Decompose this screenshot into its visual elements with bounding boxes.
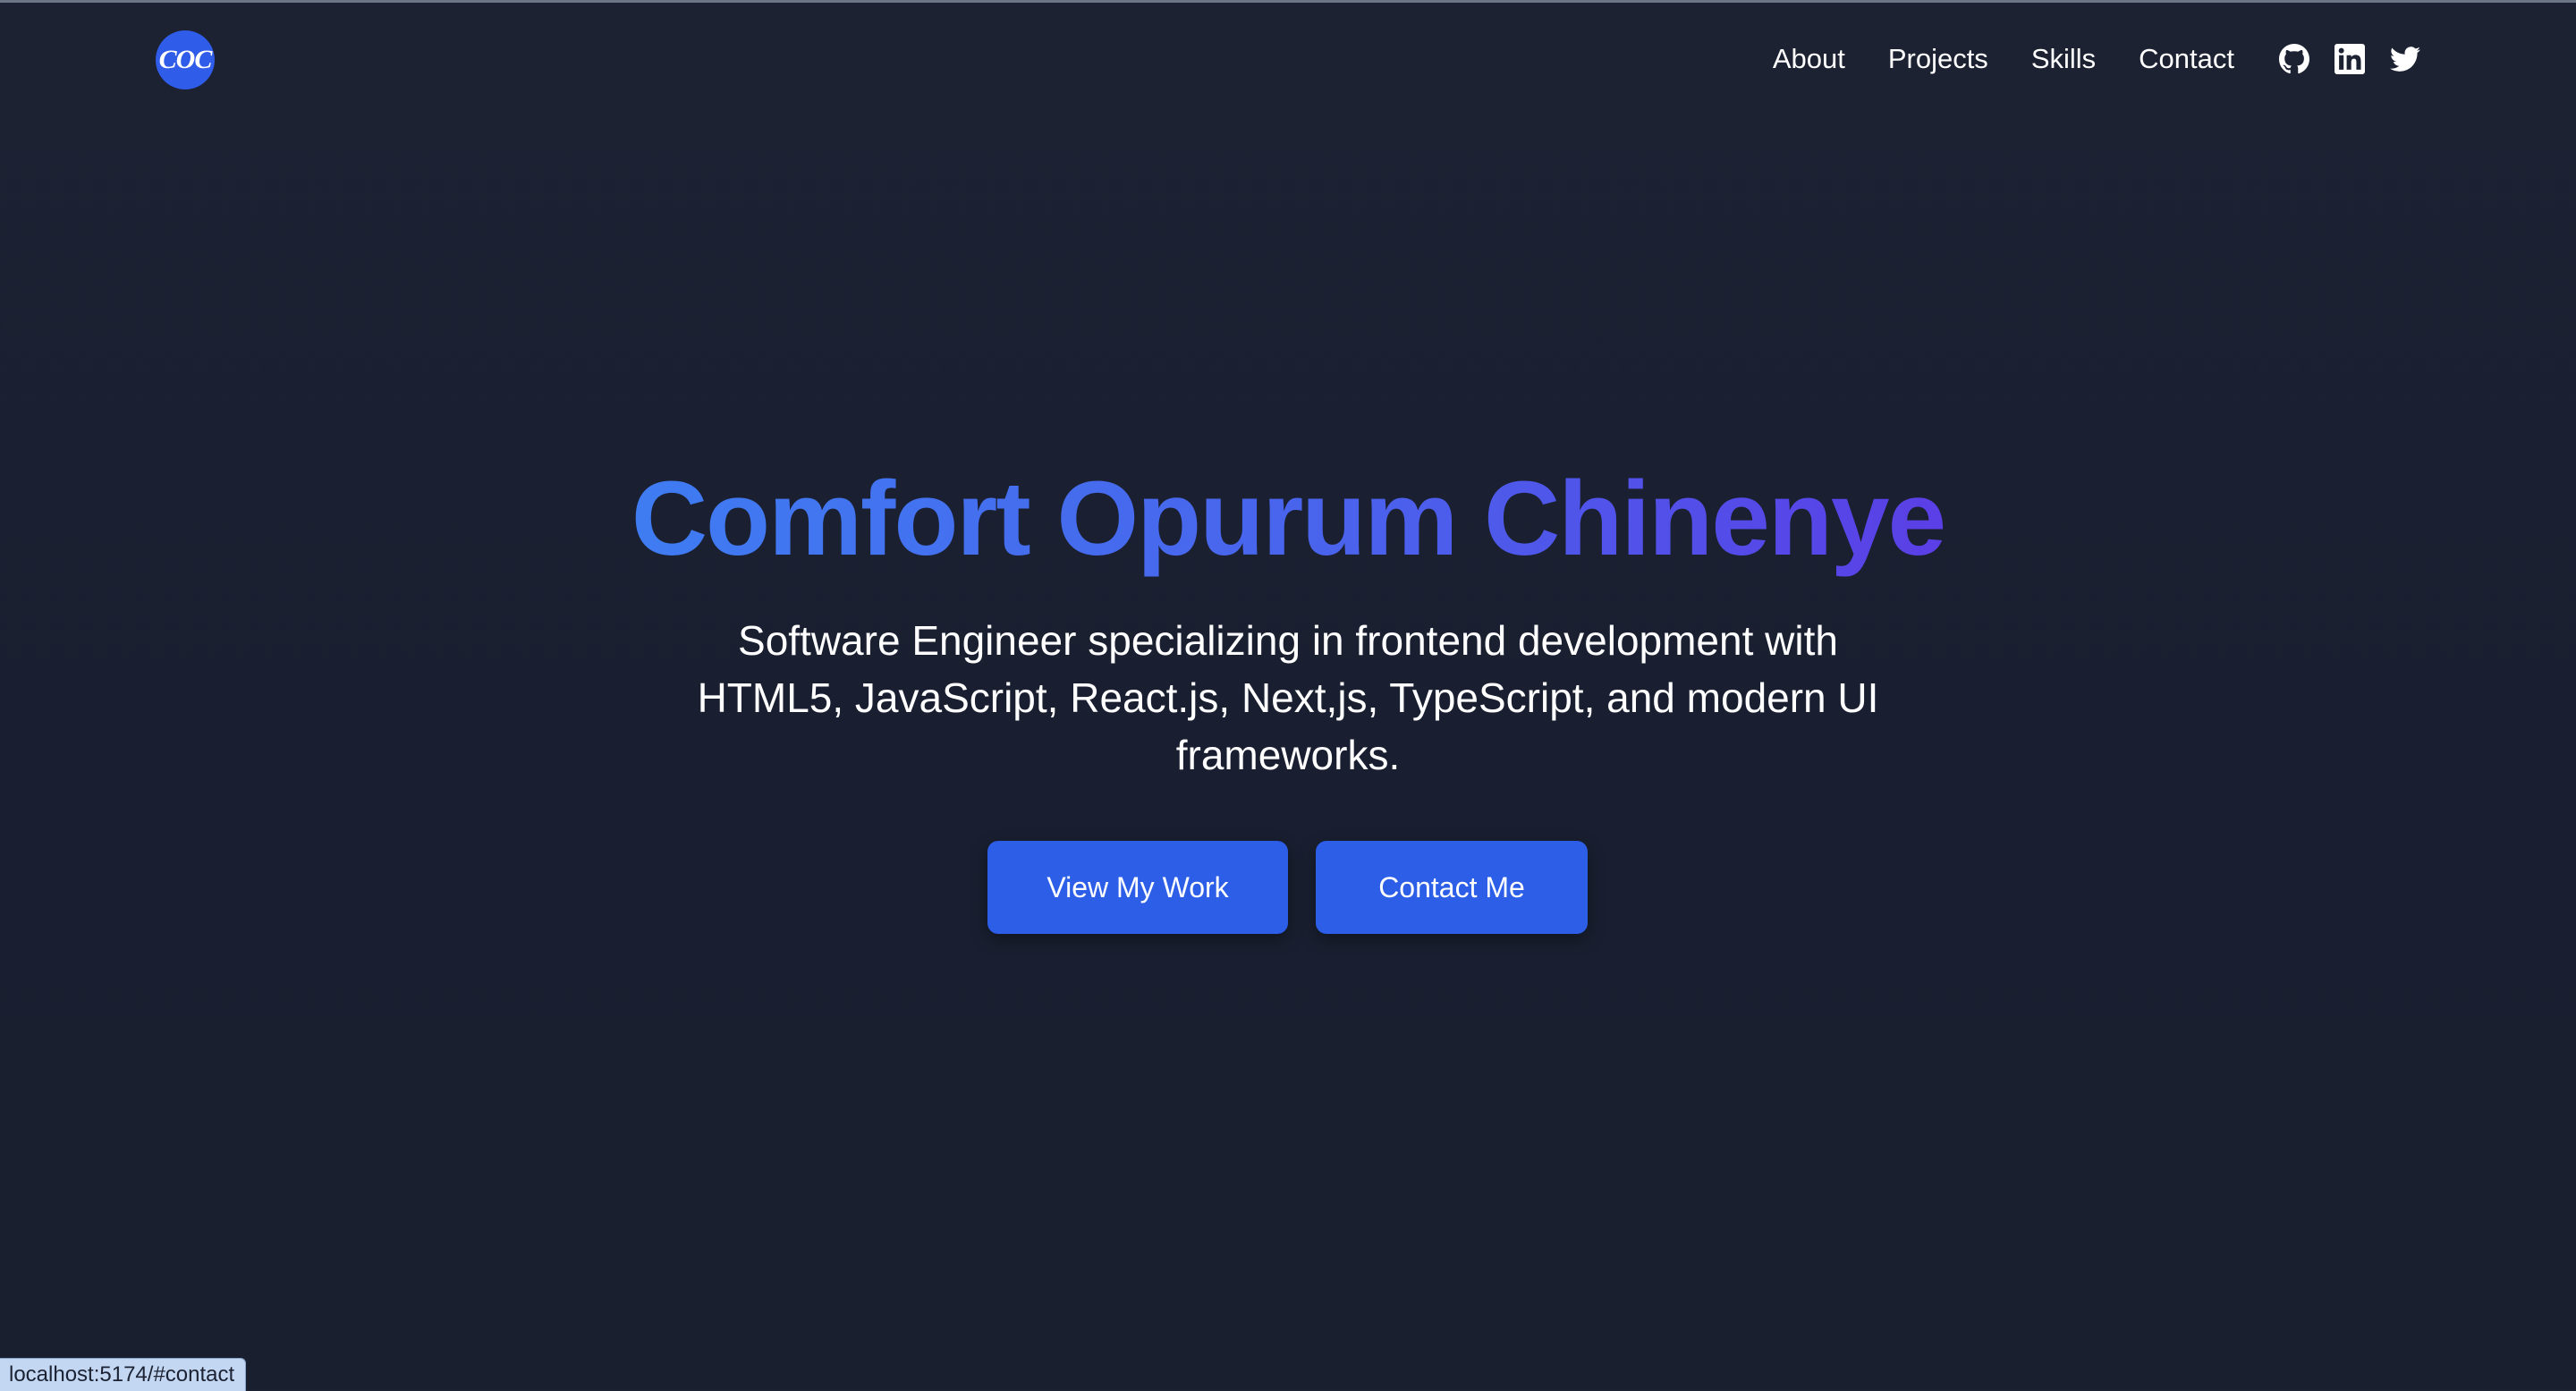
hero-title-text: Comfort Opurum Chinenye — [631, 460, 1946, 578]
linkedin-icon[interactable] — [2334, 44, 2365, 74]
contact-me-button[interactable]: Contact Me — [1316, 841, 1588, 934]
nav-link-projects[interactable]: Projects — [1888, 43, 1988, 75]
hero-title: Comfort Opurum Chinenye — [0, 447, 2576, 590]
logo[interactable]: COC — [156, 30, 215, 89]
nav-link-skills[interactable]: Skills — [2031, 43, 2096, 75]
main-nav: About Projects Skills Contact — [1773, 32, 2420, 86]
view-my-work-button[interactable]: View My Work — [987, 841, 1288, 934]
window-top-border — [0, 0, 2576, 3]
twitter-icon[interactable] — [2390, 44, 2420, 74]
nav-link-contact[interactable]: Contact — [2139, 43, 2234, 75]
hero-subtitle: Software Engineer specializing in fronte… — [697, 617, 1879, 778]
nav-link-about[interactable]: About — [1773, 43, 1845, 75]
github-icon[interactable] — [2279, 44, 2309, 74]
status-bar-url: localhost:5174/#contact — [0, 1358, 247, 1391]
social-links — [2279, 44, 2420, 74]
